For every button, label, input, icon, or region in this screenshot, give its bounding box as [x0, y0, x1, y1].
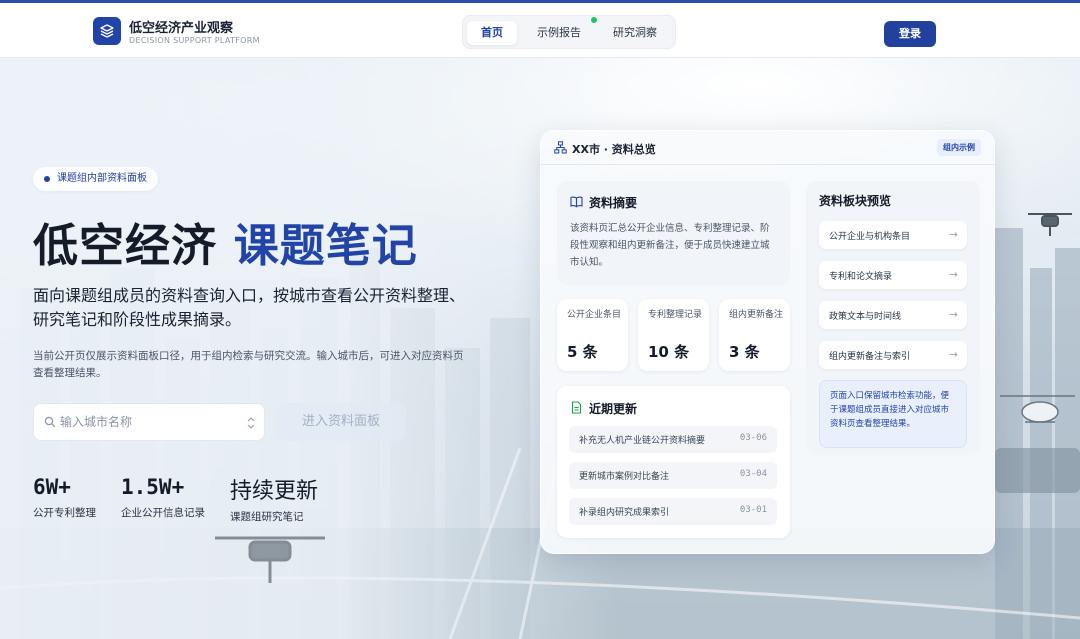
- update-item[interactable]: 补录组内研究成果索引 03-01: [569, 498, 777, 525]
- stat-enterprises: 1.5W+ 企业公开信息记录: [121, 475, 205, 520]
- module-label: 政策文本与时间线: [829, 312, 902, 322]
- air-taxi-icon: [1000, 395, 1075, 423]
- city-search[interactable]: [33, 403, 265, 441]
- summary-panel: 资料摘要 该资料页汇总公开企业信息、专利整理记录、阶段性观察和组内更新备注，便于…: [557, 181, 790, 285]
- summary-text: 该资料页汇总公开企业信息、专利整理记录、阶段性观察和组内更新备注，便于成员快速建…: [570, 223, 770, 268]
- update-text: 更新城市案例对比备注: [579, 472, 670, 482]
- card-tag: 组内示例: [937, 139, 981, 156]
- module-item-notes[interactable]: 组内更新备注与索引 →: [819, 341, 967, 369]
- main-nav: 首页 示例报告 研究洞察: [462, 15, 676, 49]
- modules-title: 资料板块预览: [819, 194, 892, 208]
- stat-updates: 持续更新 课题组研究笔记: [230, 473, 318, 524]
- card-header: XX市 · 资料总览 组内示例: [541, 131, 996, 165]
- update-text: 补录组内研究成果索引: [579, 508, 670, 518]
- arrow-right-icon: →: [948, 348, 958, 361]
- status-dot: [591, 17, 597, 23]
- org-chart-icon: [554, 141, 567, 154]
- module-label: 专利和论文摘录: [829, 272, 893, 282]
- city-overview-card: XX市 · 资料总览 组内示例 资料摘要 该资料页汇总公开企业信息、专利整理记录…: [540, 130, 996, 554]
- search-icon: [44, 416, 56, 428]
- kpi-label: 公开企业条目: [567, 310, 622, 320]
- stat-patents: 6W+ 公开专利整理: [33, 475, 96, 520]
- drone-icon: [1028, 213, 1072, 236]
- module-item-patents[interactable]: 专利和论文摘录 →: [819, 261, 967, 289]
- layers-icon: [100, 24, 114, 38]
- card-title: XX市 · 资料总览: [572, 143, 656, 156]
- section-pill: 课题组内部资料面板: [33, 167, 158, 191]
- login-button[interactable]: 登录: [884, 21, 936, 47]
- module-item-enterprises[interactable]: 公开企业与机构条目 →: [819, 221, 967, 249]
- kpi-notes: 组内更新备注 3 条: [719, 299, 790, 371]
- recent-updates-panel: 近期更新 补充无人机产业链公开资料摘要 03-06 更新城市案例对比备注 03-…: [557, 386, 790, 538]
- hero-title-highlight: 课题笔记: [233, 219, 418, 272]
- stat-value: 6W+: [33, 475, 71, 499]
- update-item[interactable]: 补充无人机产业链公开资料摘要 03-06: [569, 426, 777, 453]
- kpi-enterprises: 公开企业条目 5 条: [557, 299, 628, 371]
- stat-value: 持续更新: [230, 479, 319, 504]
- brand-title: 低空经济产业观察: [129, 21, 234, 36]
- arrow-right-icon: →: [948, 268, 958, 281]
- update-date: 03-01: [739, 505, 767, 515]
- summary-title: 资料摘要: [589, 196, 638, 210]
- updates-title: 近期更新: [589, 402, 638, 416]
- hero-description: 面向课题组成员的资料查询入口，按城市查看公开资料整理、研究笔记和阶段性成果摘录。: [33, 286, 466, 329]
- kpi-label: 专利整理记录: [648, 310, 703, 320]
- nav-research-insights[interactable]: 研究洞察: [605, 21, 665, 45]
- select-arrows-icon[interactable]: [246, 416, 256, 430]
- book-open-icon: [570, 196, 583, 208]
- kpi-label: 组内更新备注: [729, 310, 784, 320]
- modules-note: 页面入口保留城市检索功能，便于课题组成员直接进入对应城市资料页查看整理结果。: [819, 380, 967, 448]
- kpi-patents: 专利整理记录 10 条: [638, 299, 709, 371]
- nav-home[interactable]: 首页: [467, 21, 517, 45]
- update-date: 03-04: [739, 469, 767, 479]
- kpi-value: 10 条: [648, 343, 690, 361]
- update-date: 03-06: [739, 433, 767, 443]
- stat-label: 企业公开信息记录: [121, 507, 205, 519]
- city-search-input[interactable]: [60, 404, 246, 440]
- document-icon: [571, 401, 582, 414]
- drone-icon-large: [215, 536, 325, 583]
- update-item[interactable]: 更新城市案例对比备注 03-04: [569, 462, 777, 489]
- update-text: 补充无人机产业链公开资料摘要: [579, 436, 706, 446]
- stat-value: 1.5W+: [121, 475, 185, 499]
- module-item-policy[interactable]: 政策文本与时间线 →: [819, 301, 967, 329]
- hero-title: 低空经济 课题笔记: [33, 209, 418, 274]
- hero-title-main: 低空经济: [33, 219, 218, 272]
- pill-label: 课题组内部资料面板: [57, 173, 147, 184]
- stat-label: 课题组研究笔记: [230, 511, 304, 523]
- module-label: 公开企业与机构条目: [829, 232, 911, 242]
- header: 低空经济产业观察 DECISION SUPPORT PLATFORM 首页 示例…: [0, 3, 1080, 58]
- arrow-right-icon: →: [948, 308, 958, 321]
- brand-subtitle: DECISION SUPPORT PLATFORM: [129, 36, 260, 45]
- kpi-value: 3 条: [729, 343, 760, 361]
- enter-panel-button[interactable]: 进入资料面板: [276, 403, 406, 441]
- nav-sample-reports[interactable]: 示例报告: [529, 21, 589, 45]
- pill-dot: [44, 176, 50, 182]
- hero-note: 当前公开页仅展示资料面板口径，用于组内检索与研究交流。输入城市后，可进入对应资料…: [33, 350, 464, 379]
- arrow-right-icon: →: [948, 228, 958, 241]
- stat-label: 公开专利整理: [33, 507, 96, 519]
- logo[interactable]: [93, 17, 121, 45]
- module-label: 组内更新备注与索引: [829, 352, 911, 362]
- kpi-value: 5 条: [567, 343, 598, 361]
